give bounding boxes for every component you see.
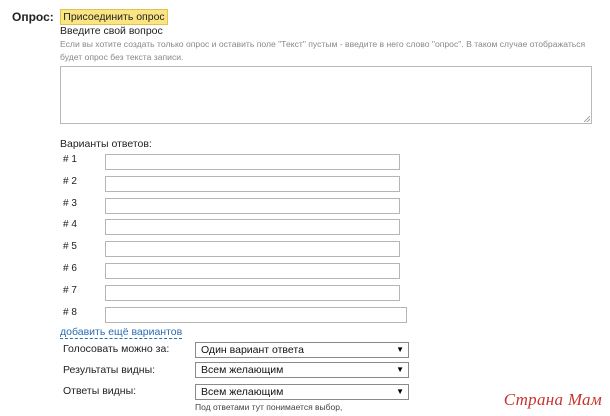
results-visibility-select[interactable]: Всем желающим ▼: [195, 362, 409, 378]
answers-visibility-note: Под ответами тут понимается выбор,: [195, 402, 343, 412]
option-label-1: # 1: [63, 154, 77, 165]
results-visibility-value: Всем желающим: [201, 364, 284, 376]
option-label-5: # 5: [63, 241, 77, 252]
vote-limit-select[interactable]: Один вариант ответа ▼: [195, 342, 409, 358]
option-label-4: # 4: [63, 219, 77, 230]
option-input-1[interactable]: [105, 154, 400, 170]
resize-grip-icon[interactable]: [584, 116, 590, 122]
option-input-5[interactable]: [105, 241, 400, 257]
chevron-down-icon: ▼: [396, 345, 404, 354]
option-label-3: # 3: [63, 198, 77, 209]
add-more-options-link[interactable]: добавить ещё вариантов: [60, 326, 183, 339]
options-title: Варианты ответов:: [60, 138, 152, 150]
poll-label: Опрос:: [12, 10, 54, 24]
answers-visibility-label: Ответы видны:: [63, 385, 137, 397]
option-input-4[interactable]: [105, 219, 400, 235]
chevron-down-icon: ▼: [396, 365, 404, 374]
answers-visibility-select[interactable]: Всем желающим ▼: [195, 384, 409, 400]
question-hint: Если вы хотите создать только опрос и ос…: [60, 39, 586, 62]
option-label-7: # 7: [63, 285, 77, 296]
chevron-down-icon: ▼: [396, 387, 404, 396]
vote-limit-value: Один вариант ответа: [201, 344, 304, 356]
question-textarea[interactable]: [60, 66, 592, 124]
question-title: Введите свой вопрос: [60, 25, 163, 37]
option-input-3[interactable]: [105, 198, 400, 214]
option-label-2: # 2: [63, 176, 77, 187]
option-input-8[interactable]: [105, 307, 407, 323]
option-label-8: # 8: [63, 307, 77, 318]
option-label-6: # 6: [63, 263, 77, 274]
site-watermark: Страна Мам: [503, 390, 602, 409]
answers-visibility-value: Всем желающим: [201, 386, 284, 398]
attach-poll-button[interactable]: Присоединить опрос: [60, 9, 168, 25]
option-input-2[interactable]: [105, 176, 400, 192]
option-input-6[interactable]: [105, 263, 400, 279]
results-visibility-label: Результаты видны:: [63, 364, 156, 376]
vote-limit-label: Голосовать можно за:: [63, 343, 170, 355]
option-input-7[interactable]: [105, 285, 400, 301]
